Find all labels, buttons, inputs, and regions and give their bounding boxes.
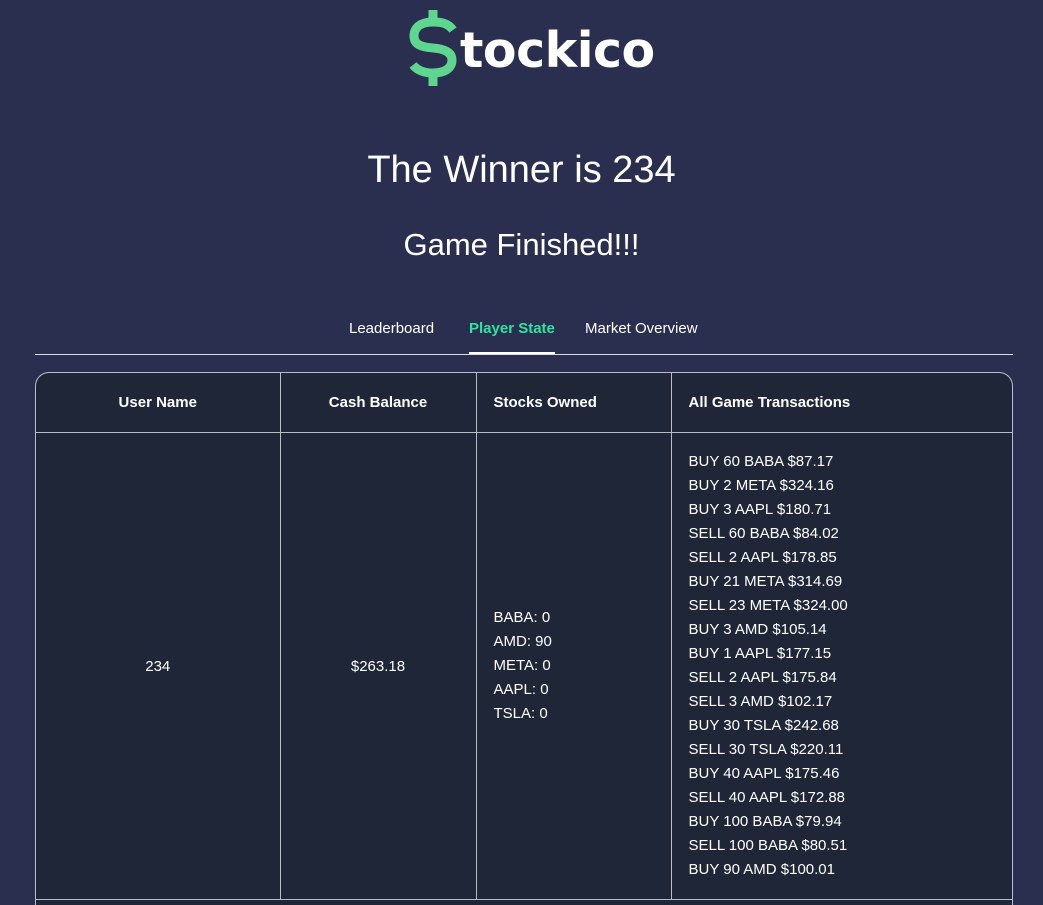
stock-holding: AMD: 90	[493, 633, 552, 650]
transaction-item: SELL 2 AAPL $178.85	[688, 549, 837, 566]
table-row: 234 $263.18 BABA: 0 AMD: 90 META: 0 AAPL…	[36, 432, 1012, 900]
transaction-item: BUY 2 META $324.16	[688, 477, 834, 494]
player-state-table: User Name Cash Balance Stocks Owned All …	[35, 372, 1013, 905]
transactions-cell: BUY 60 BABA $87.17 BUY 2 META $324.16 BU…	[671, 432, 1012, 900]
cash-balance-cell: $263.18	[280, 432, 477, 900]
tab-bar: Leaderboard Player State Market Overview	[35, 318, 1013, 355]
game-status-heading: Game Finished!!!	[403, 227, 640, 262]
stock-holding: BABA: 0	[493, 609, 551, 626]
transaction-item: BUY 1 AAPL $177.15	[688, 645, 832, 662]
column-header-stocks-owned: Stocks Owned	[476, 373, 672, 433]
transaction-item: SELL 23 META $324.00	[688, 597, 848, 614]
stock-holding: META: 0	[493, 657, 551, 674]
table-header-row: User Name Cash Balance Stocks Owned All …	[36, 373, 1012, 433]
stocks-owned-cell: BABA: 0 AMD: 90 META: 0 AAPL: 0 TSLA: 0	[476, 432, 672, 900]
transaction-item: BUY 3 AMD $105.14	[688, 621, 827, 638]
transaction-item: BUY 60 BABA $87.17	[688, 453, 834, 470]
transaction-item: BUY 40 AAPL $175.46	[688, 765, 840, 782]
tab-leaderboard[interactable]: Leaderboard	[349, 318, 434, 340]
transaction-item: BUY 100 BABA $79.94	[688, 813, 842, 830]
logo-wordmark: tockico	[460, 21, 655, 79]
transaction-item: BUY 90 AMD $100.01	[688, 861, 835, 878]
transaction-item: SELL 3 AMD $102.17	[688, 693, 833, 710]
stock-holding: AAPL: 0	[493, 681, 549, 698]
transaction-item: SELL 100 BABA $80.51	[688, 837, 848, 854]
tab-market-overview[interactable]: Market Overview	[585, 318, 698, 340]
column-header-user-name: User Name	[36, 373, 281, 433]
transaction-item: SELL 30 TSLA $220.11	[688, 741, 844, 758]
stockico-logo[interactable]: tockico	[408, 8, 655, 88]
transaction-item: BUY 3 AAPL $180.71	[688, 501, 832, 518]
transaction-item: BUY 21 META $314.69	[688, 573, 843, 590]
transaction-item: SELL 40 AAPL $172.88	[688, 789, 846, 806]
winner-heading: The Winner is 234	[367, 149, 676, 191]
stock-holding: TSLA: 0	[493, 705, 548, 722]
page: tockico The Winner is 234 Game Finished!…	[0, 0, 1043, 905]
transaction-item: SELL 60 BABA $84.02	[688, 525, 839, 542]
transaction-item: BUY 30 TSLA $242.68	[688, 717, 839, 734]
column-header-transactions: All Game Transactions	[671, 373, 1012, 433]
transaction-item: SELL 2 AAPL $175.84	[688, 669, 837, 686]
dollar-sign-icon	[409, 10, 457, 86]
column-header-cash-balance: Cash Balance	[280, 373, 477, 433]
user-name-cell: 234	[36, 432, 281, 900]
tab-player-state[interactable]: Player State	[469, 318, 555, 354]
